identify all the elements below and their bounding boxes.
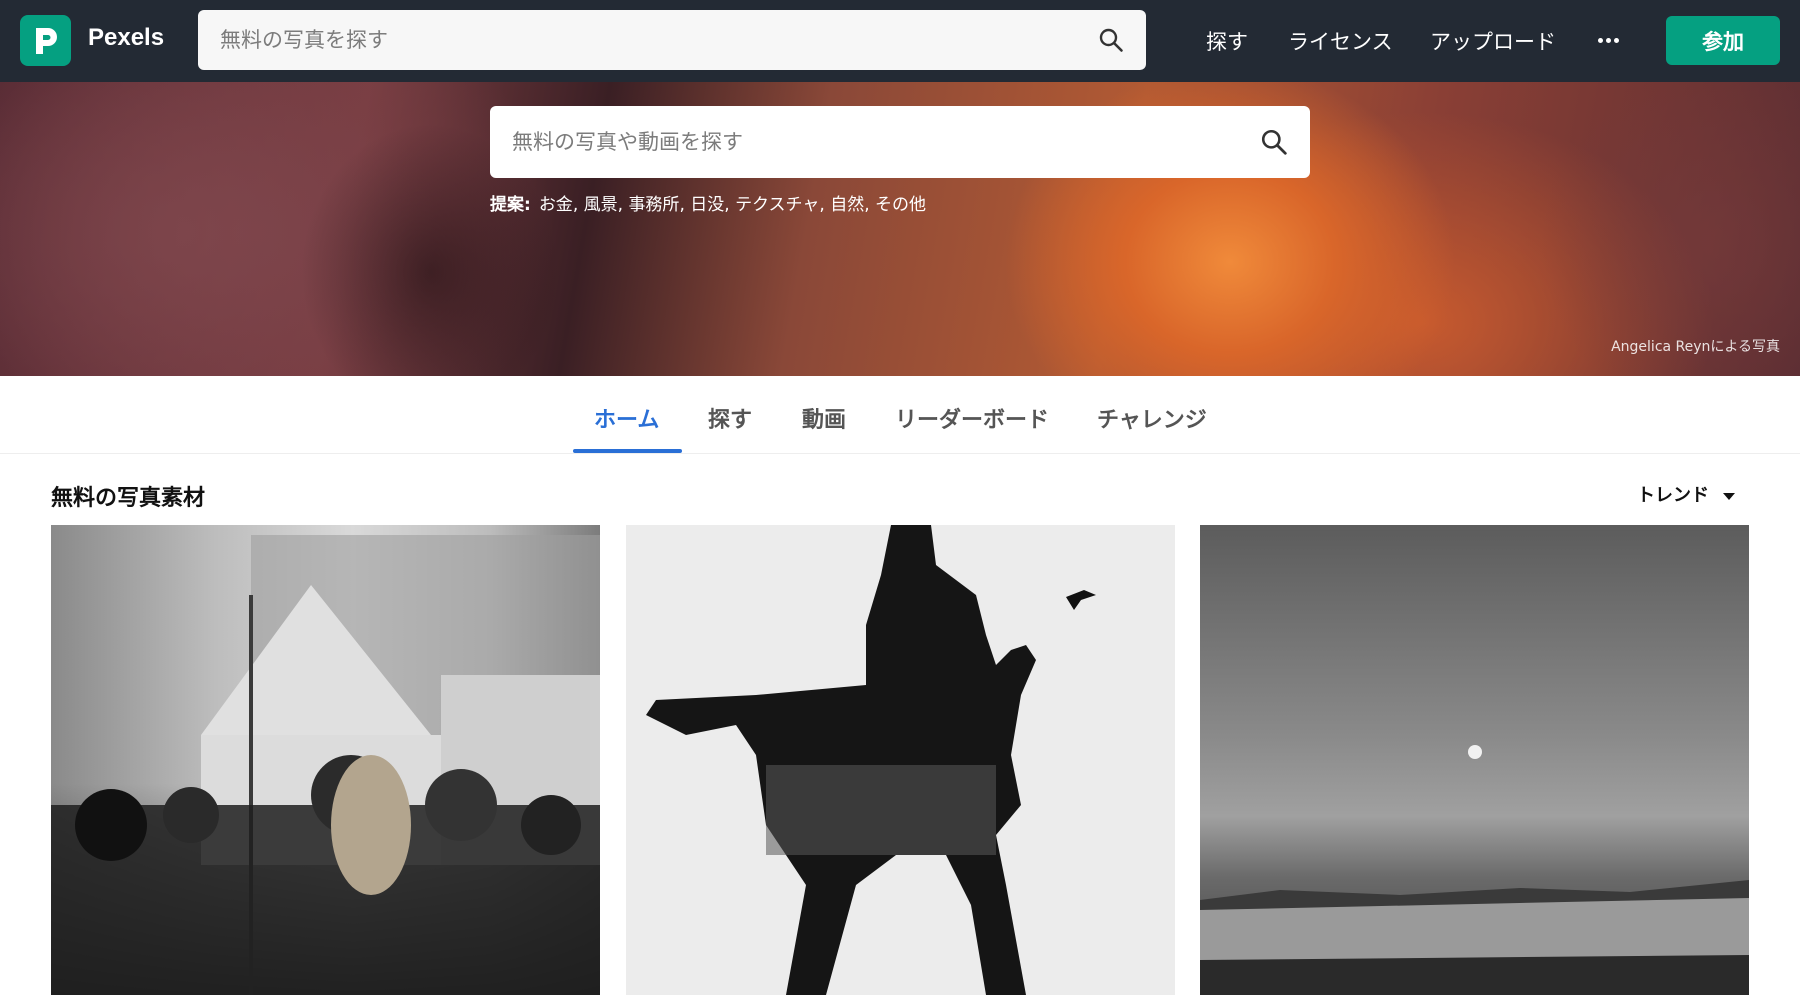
photo-horse-silhouette-image [626, 525, 1175, 995]
pexels-logo-icon[interactable] [20, 15, 71, 66]
search-icon[interactable] [1098, 27, 1124, 53]
join-button[interactable]: 参加 [1666, 16, 1780, 65]
top-navbar: Pexels 探す ライセンス アップロード 参加 [0, 0, 1800, 82]
main-tabs: ホーム 探す 動画 リーダーボード チャレンジ [0, 376, 1800, 454]
photo-cliff-image [1200, 880, 1749, 995]
tab-home[interactable]: ホーム [594, 402, 659, 434]
active-tab-indicator [573, 449, 682, 453]
suggestion-texture[interactable]: テクスチャ [735, 195, 819, 215]
hero-search-input[interactable] [512, 123, 1232, 161]
suggestion-sunset[interactable]: 日没 [690, 195, 724, 215]
moon [1468, 745, 1482, 759]
suggest-label: 提案: [490, 195, 531, 215]
section-title: 無料の写真素材 [51, 486, 206, 511]
top-search-bar [198, 10, 1146, 70]
photo-card-cliff-moon[interactable] [1200, 525, 1749, 995]
suggestion-office[interactable]: 事務所 [628, 195, 679, 215]
suggestion-nature[interactable]: 自然 [830, 195, 864, 215]
search-suggestions: 提案: お金, 風景, 事務所, 日没, テクスチャ, 自然, その他 [490, 195, 927, 215]
more-dots-icon[interactable] [1598, 28, 1622, 47]
hero-search-bar [490, 106, 1310, 178]
photo-crowd-image [51, 535, 600, 995]
tab-videos[interactable]: 動画 [802, 402, 846, 434]
photo-credit[interactable]: Angelica Reynによる写真 [1611, 336, 1780, 356]
tab-explore[interactable]: 探す [708, 402, 752, 434]
suggestion-landscape[interactable]: 風景 [584, 195, 618, 215]
tab-leaderboard[interactable]: リーダーボード [895, 402, 1049, 434]
sort-label: トレンド [1637, 485, 1709, 506]
suggestion-money[interactable]: お金 [539, 195, 573, 215]
top-search-input[interactable] [220, 22, 1080, 58]
caret-down-icon [1723, 492, 1735, 500]
hero-banner: 提案:お金, 風景, 事務所, 日没, テクスチャ, 自然, その他 Angel… [0, 82, 1800, 376]
nav-upload[interactable]: アップロード [1430, 26, 1556, 56]
photo-card-crowd[interactable] [51, 525, 600, 995]
brand-name[interactable]: Pexels [88, 24, 164, 52]
sort-dropdown[interactable]: トレンド [1637, 481, 1735, 507]
photo-card-horse-rider[interactable] [626, 525, 1175, 995]
nav-license[interactable]: ライセンス [1288, 26, 1393, 56]
tab-challenges[interactable]: チャレンジ [1097, 402, 1207, 434]
search-icon[interactable] [1260, 128, 1288, 156]
suggestion-other[interactable]: その他 [875, 195, 926, 215]
nav-explore[interactable]: 探す [1206, 26, 1248, 56]
